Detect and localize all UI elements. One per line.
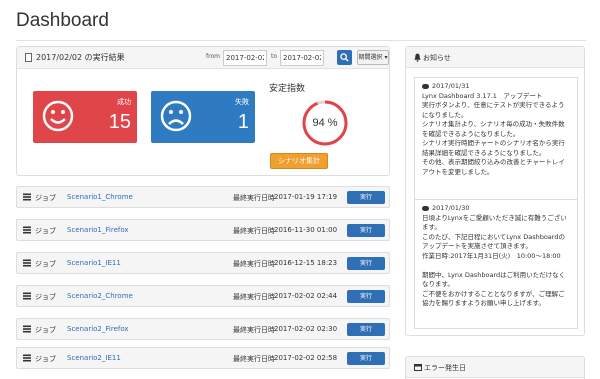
page-title: Dashboard [16, 10, 109, 31]
job-label: ジョブ [35, 326, 56, 334]
notice-title: お知らせ [423, 54, 451, 62]
run-button[interactable]: 実行 [347, 257, 385, 270]
job-row: ジョブ Scenario1_Chrome 最終実行日時 2017-01-19 17:1… [16, 186, 390, 208]
notice-panel: お知らせ 2017/01/31 Lynx Dashboard 3.17.1 アッ… [405, 46, 585, 336]
fail-label: 失敗 [235, 98, 249, 106]
list-icon [23, 354, 31, 362]
list-icon [23, 193, 31, 201]
to-label: to [271, 53, 278, 60]
run-button[interactable]: 実行 [347, 224, 385, 237]
error-title: エラー発生日 [424, 364, 466, 372]
last-exec-label: 最終実行日時 [233, 355, 275, 363]
result-panel: 2017/02/02 の実行結果 from to 期間選択 ▾ 成功 15 [16, 46, 390, 176]
to-date-input[interactable] [280, 50, 324, 66]
title-divider [16, 40, 586, 41]
job-name-link[interactable]: Scenario2_Firefox [67, 325, 129, 333]
run-button[interactable]: 実行 [347, 323, 385, 336]
job-name-link[interactable]: Scenario2_IE11 [67, 354, 121, 362]
notice-item: 2017/01/31 Lynx Dashboard 3.17.1 アップデート … [414, 77, 578, 213]
success-card: 成功 15 [33, 91, 137, 143]
result-panel-header: 2017/02/02 の実行結果 from to 期間選択 ▾ [17, 47, 389, 69]
notice-body: 日頃よりLynxをご愛顧いただき誠に有難うございます。 このたび、下記日程におい… [422, 213, 567, 308]
calendar-icon [414, 364, 422, 371]
job-row: ジョブ Scenario2_IE11 最終実行日時 2017-02-02 02:58 実… [16, 347, 390, 369]
list-icon [23, 292, 31, 300]
bell-icon [414, 53, 421, 62]
job-label: ジョブ [35, 260, 56, 268]
search-button[interactable] [337, 50, 352, 65]
smile-icon [42, 100, 74, 132]
from-label: from [206, 53, 220, 60]
last-exec-date: 2017-02-02 02:30 [274, 325, 338, 333]
job-label: ジョブ [35, 227, 56, 235]
job-label: ジョブ [35, 355, 56, 363]
fail-card: 失敗 1 [151, 91, 255, 143]
list-icon [23, 226, 31, 234]
comment-icon [422, 205, 429, 211]
run-button[interactable]: 実行 [347, 290, 385, 303]
frown-icon [160, 100, 192, 132]
last-exec-date: 2017-02-02 02:58 [274, 354, 338, 362]
job-row: ジョブ Scenario1_IE11 最終実行日時 2016-12-15 18:23 実… [16, 252, 390, 274]
scenario-summary-button[interactable]: シナリオ集計 [270, 153, 328, 169]
notice-body: Lynx Dashboard 3.17.1 アップデート 実行ボタンより、任意に… [422, 91, 565, 176]
run-button[interactable]: 実行 [347, 352, 385, 365]
search-icon [340, 53, 349, 62]
error-panel-header: エラー発生日 [406, 357, 584, 378]
success-label: 成功 [117, 98, 131, 106]
period-select-label: 期間選択 [358, 54, 383, 61]
period-select-button[interactable]: 期間選択 ▾ [357, 50, 389, 65]
job-name-link[interactable]: Scenario2_Chrome [67, 292, 133, 300]
stability-label: 安定指数 [269, 84, 306, 94]
comment-icon [422, 83, 429, 89]
job-row: ジョブ Scenario2_Chrome 最終実行日時 2017-02-02 02:4… [16, 285, 390, 307]
run-button[interactable]: 実行 [347, 191, 385, 204]
fail-count: 1 [237, 111, 249, 133]
job-label: ジョブ [35, 293, 56, 301]
list-icon [23, 259, 31, 267]
stability-value: 94 % [312, 117, 338, 129]
notice-panel-header: お知らせ [406, 47, 584, 68]
from-date-input[interactable] [223, 50, 267, 66]
notice-date: 2017/01/31 [432, 82, 470, 90]
job-row: ジョブ Scenario2_Firefox 最終実行日時 2017-02-02 02:… [16, 318, 390, 340]
last-exec-label: 最終実行日時 [233, 293, 275, 301]
result-title: 2017/02/02 の実行結果 [36, 53, 125, 62]
success-count: 15 [108, 111, 131, 133]
last-exec-label: 最終実行日時 [233, 326, 275, 334]
last-exec-date: 2016-12-15 18:23 [274, 259, 338, 267]
last-exec-date: 2016-11-30 01:00 [274, 226, 338, 234]
job-row: ジョブ Scenario1_Firefox 最終実行日時 2016-11-30 01:… [16, 219, 390, 241]
last-exec-label: 最終実行日時 [233, 194, 275, 202]
last-exec-date: 2017-01-19 17:19 [274, 193, 338, 201]
error-panel: エラー発生日 [405, 356, 585, 379]
list-icon [23, 325, 31, 333]
last-exec-date: 2017-02-02 02:44 [274, 292, 338, 300]
last-exec-label: 最終実行日時 [233, 260, 275, 268]
job-name-link[interactable]: Scenario1_Firefox [67, 226, 129, 234]
notice-item: 2017/01/30 日頃よりLynxをご愛顧いただき誠に有難うございます。 こ… [414, 199, 578, 329]
job-label: ジョブ [35, 194, 56, 202]
last-exec-label: 最終実行日時 [233, 227, 275, 235]
job-name-link[interactable]: Scenario1_IE11 [67, 259, 121, 267]
document-icon [25, 53, 32, 62]
notice-date: 2017/01/30 [432, 204, 470, 212]
job-name-link[interactable]: Scenario1_Chrome [67, 193, 133, 201]
